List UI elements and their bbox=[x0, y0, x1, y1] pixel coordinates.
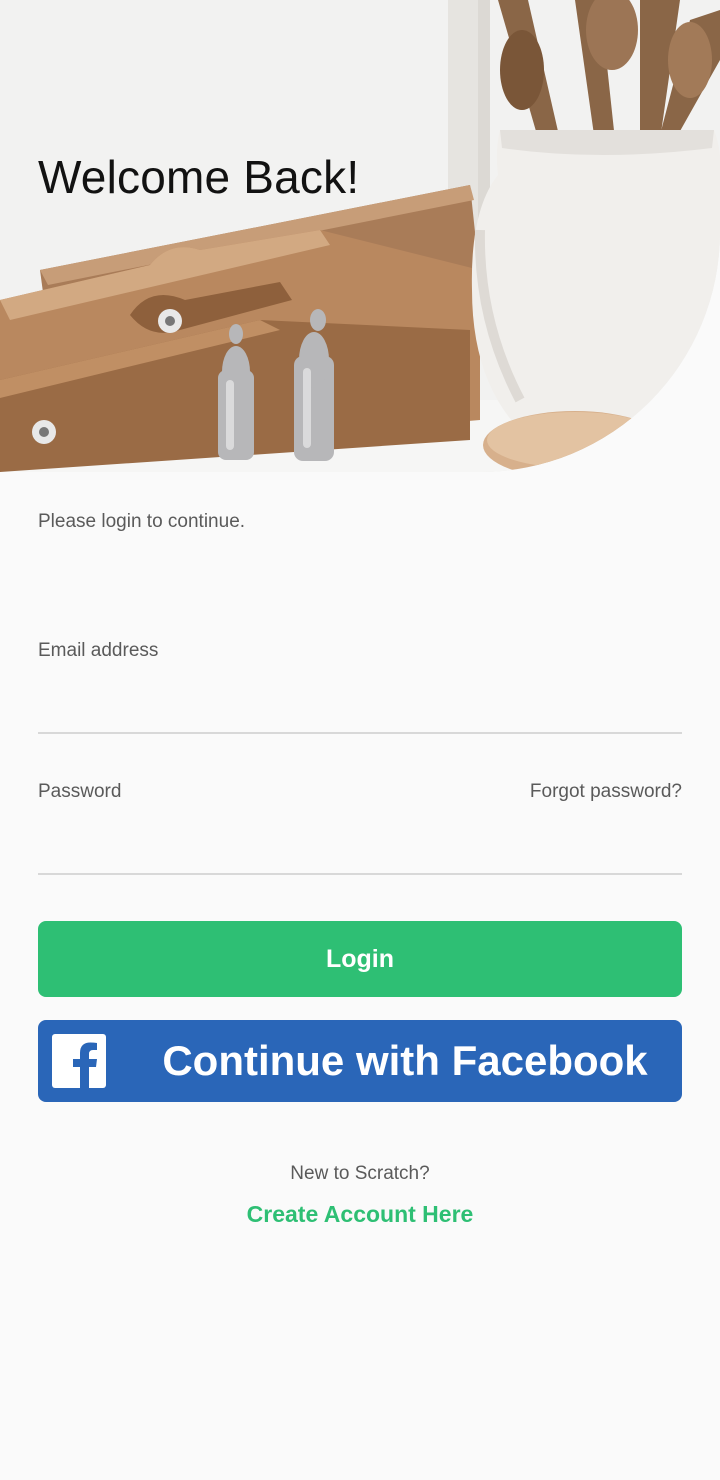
kitchen-illustration bbox=[0, 0, 720, 472]
login-screen: Welcome Back! Please login to continue. … bbox=[0, 0, 720, 1480]
login-button-label: Login bbox=[325, 944, 395, 973]
email-field[interactable] bbox=[38, 690, 682, 734]
hero-image: Welcome Back! bbox=[0, 0, 720, 472]
email-label: Email address bbox=[38, 640, 159, 661]
password-label: Password bbox=[38, 781, 122, 802]
create-account-link: Create Account Here bbox=[0, 1201, 720, 1228]
login-subtitle: Please login to continue. bbox=[38, 511, 246, 532]
facebook-logo-icon bbox=[52, 1034, 106, 1088]
signup-prompt: New to Scratch? bbox=[290, 1163, 430, 1184]
password-field[interactable] bbox=[38, 831, 682, 875]
facebook-login-button[interactable]: Continue with Facebook bbox=[38, 1020, 682, 1102]
create-account-link-label[interactable]: Create Account Here bbox=[247, 1201, 474, 1227]
login-button[interactable]: Login bbox=[38, 921, 682, 997]
page-title: Welcome Back! bbox=[38, 151, 360, 203]
forgot-password-link[interactable]: Forgot password? bbox=[530, 781, 682, 803]
facebook-button-label: Continue with Facebook bbox=[162, 1037, 648, 1084]
